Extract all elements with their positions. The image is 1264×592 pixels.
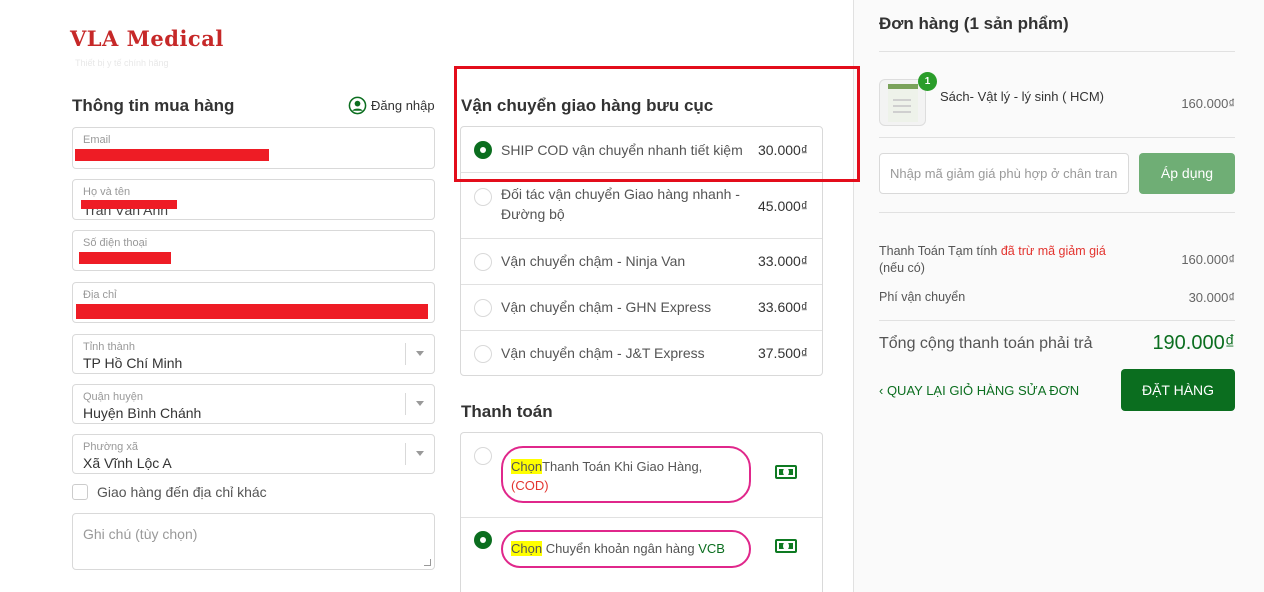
payment-option-label: ChọnThanh Toán Khi Giao Hàng,: [511, 459, 703, 474]
total-label: Tổng cộng thanh toán phải trả: [879, 335, 1093, 352]
district-label: Quận huyện: [83, 391, 143, 403]
shipping-fee-value: 30.000₫: [1188, 290, 1235, 305]
select-divider: [405, 393, 406, 415]
ward-label: Phường xã: [83, 441, 138, 453]
redacted-email: [75, 149, 269, 161]
payment-title: Thanh toán: [461, 402, 553, 421]
place-order-button[interactable]: ĐẶT HÀNG: [1121, 369, 1235, 411]
note-textarea[interactable]: Ghi chú (tùy chọn): [72, 513, 435, 570]
coupon-input[interactable]: [880, 154, 1128, 193]
province-select[interactable]: Tỉnh thành TP Hồ Chí Minh: [72, 334, 435, 374]
chevron-down-icon: [416, 351, 424, 356]
note-placeholder: Ghi chú (tùy chọn): [83, 526, 198, 542]
other-address-option[interactable]: Giao hàng đến địa chỉ khác: [72, 484, 267, 500]
radio-unselected[interactable]: [474, 345, 492, 363]
radio-unselected[interactable]: [474, 253, 492, 271]
highlight-annotation-box: [454, 66, 860, 182]
phone-field[interactable]: Số điện thoại: [72, 230, 435, 271]
back-to-cart-link[interactable]: ‹ QUAY LẠI GIỎ HÀNG SỬA ĐƠN: [879, 383, 1079, 398]
ward-value: Xã Vĩnh Lộc A: [83, 455, 172, 471]
cash-icon: [775, 539, 797, 553]
radio-unselected[interactable]: [474, 447, 492, 465]
payment-option-cod[interactable]: ChọnThanh Toán Khi Giao Hàng, (COD): [501, 446, 751, 503]
login-link[interactable]: Đăng nhập: [348, 96, 435, 115]
checkout-info-title: Thông tin mua hàng: [72, 96, 235, 115]
shipping-option-price: 37.500₫: [757, 345, 808, 361]
redacted-phone: [79, 252, 171, 264]
province-label: Tỉnh thành: [83, 341, 135, 353]
shipping-option[interactable]: Vận chuyển chậm - GHN Express 33.600₫: [461, 284, 822, 330]
email-field[interactable]: Email: [72, 127, 435, 169]
brand-logo[interactable]: VLA Medical: [70, 26, 224, 51]
province-value: TP Hồ Chí Minh: [83, 355, 183, 371]
other-address-label: Giao hàng đến địa chỉ khác: [97, 484, 267, 500]
district-value: Huyện Bình Chánh: [83, 405, 202, 421]
login-label: Đăng nhập: [371, 98, 435, 113]
redacted-address: [76, 304, 428, 319]
divider: [879, 320, 1235, 321]
phone-label: Số điện thoại: [83, 237, 148, 249]
redacted-name: [81, 200, 177, 209]
shipping-option-price: 33.000₫: [757, 253, 808, 269]
email-label: Email: [83, 134, 111, 146]
divider: [879, 51, 1235, 52]
total-value: 190.000₫: [1152, 332, 1235, 354]
radio-unselected[interactable]: [474, 299, 492, 317]
shipping-option-price: 33.600₫: [757, 299, 808, 315]
coupon-field[interactable]: [879, 153, 1129, 194]
order-title: Đơn hàng (1 sản phẩm): [879, 14, 1069, 33]
divider: [879, 212, 1235, 213]
shipping-fee-label: Phí vận chuyển: [879, 290, 966, 304]
name-field[interactable]: Họ và tên Trần Văn Anh: [72, 179, 435, 220]
address-label: Địa chỉ: [83, 289, 117, 301]
select-divider: [405, 443, 406, 465]
product-price: 160.000₫: [1181, 96, 1235, 111]
chevron-down-icon: [416, 451, 424, 456]
district-select[interactable]: Quận huyện Huyện Bình Chánh: [72, 384, 435, 424]
radio-unselected[interactable]: [474, 188, 492, 206]
payment-options: ChọnThanh Toán Khi Giao Hàng, (COD) Chọn…: [460, 432, 823, 592]
cash-icon: [775, 465, 797, 479]
shipping-option[interactable]: Vận chuyển chậm - Ninja Van 33.000₫: [461, 238, 822, 284]
other-address-checkbox[interactable]: [72, 484, 88, 500]
resize-handle-icon[interactable]: [424, 559, 431, 566]
subtotal-label: Thanh Toán Tạm tính đã trừ mã giảm giá (n…: [879, 244, 1106, 275]
ward-select[interactable]: Phường xã Xã Vĩnh Lộc A: [72, 434, 435, 474]
user-circle-icon: [348, 96, 367, 115]
shipping-option-name: Đối tác vận chuyển Giao hàng nhanh - Đườ…: [501, 186, 740, 222]
shipping-option-name: Vận chuyển chậm - J&T Express: [501, 345, 705, 361]
select-divider: [405, 343, 406, 365]
shipping-option-name: Vận chuyển chậm - Ninja Van: [501, 253, 686, 269]
divider: [879, 137, 1235, 138]
payment-option-sublabel: (COD): [511, 478, 549, 493]
brand-tagline: Thiết bị y tế chính hãng: [75, 58, 169, 68]
shipping-option-price: 45.000₫: [757, 198, 808, 214]
product-name: Sách- Vật lý - lý sinh ( HCM): [940, 89, 1104, 104]
shipping-option[interactable]: Vận chuyển chậm - J&T Express 37.500₫: [461, 330, 822, 375]
quantity-badge: 1: [918, 72, 937, 91]
name-label: Họ và tên: [83, 186, 131, 198]
subtotal-value: 160.000₫: [1181, 252, 1235, 267]
payment-option-label: Chọn Chuyển khoản ngân hàng VCB: [511, 541, 725, 556]
chevron-down-icon: [416, 401, 424, 406]
payment-option-bank[interactable]: Chọn Chuyển khoản ngân hàng VCB: [501, 530, 751, 568]
address-field[interactable]: Địa chỉ: [72, 282, 435, 323]
radio-selected[interactable]: [474, 531, 492, 549]
apply-coupon-button[interactable]: Áp dụng: [1139, 153, 1235, 194]
shipping-option-name: Vận chuyển chậm - GHN Express: [501, 299, 712, 315]
payment-divider: [461, 517, 822, 518]
